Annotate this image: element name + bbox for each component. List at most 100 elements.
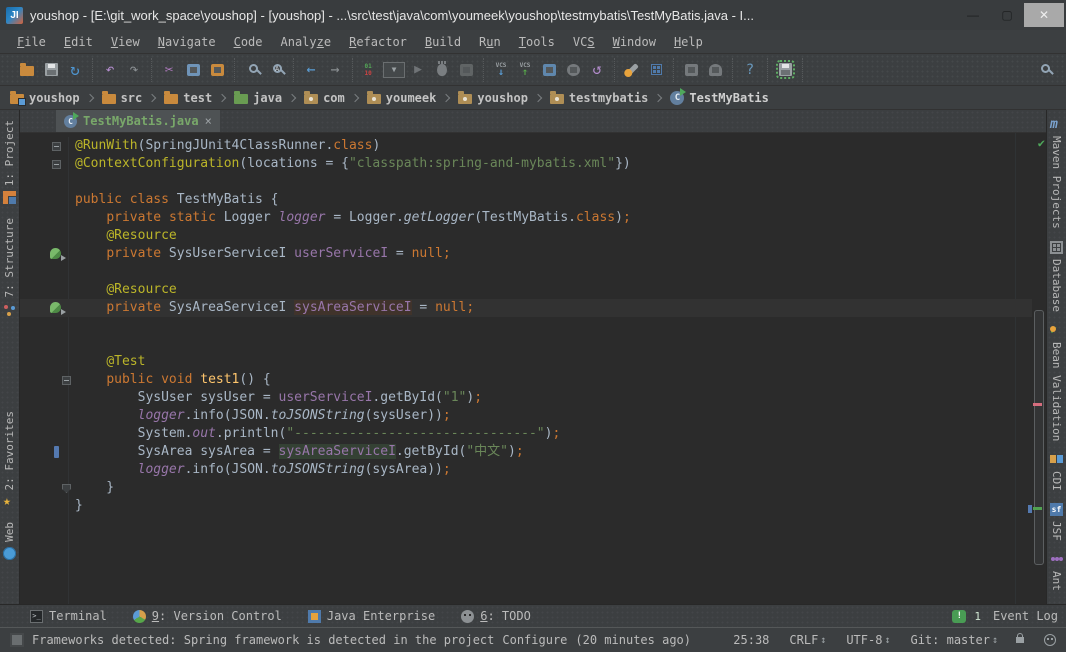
maximize-button[interactable]: ▢ [990,4,1024,26]
rollback-button[interactable]: ↺ [585,58,609,82]
show-history-button[interactable] [537,58,561,82]
tool-stripe-bean-validation[interactable]: ✓Bean Validation [1050,324,1063,441]
search-everywhere-button[interactable] [1032,58,1056,82]
code-line[interactable] [20,263,1032,281]
fold-marker-icon[interactable] [62,376,71,385]
forward-button[interactable]: → [323,58,347,82]
breadcrumb-youmeek[interactable]: youmeek [365,91,439,105]
breadcrumb-com[interactable]: com [302,91,347,105]
menu-build[interactable]: Build [416,33,470,51]
code-line[interactable]: @Resource [20,227,1032,245]
menu-window[interactable]: Window [604,33,665,51]
debug-button[interactable] [430,58,454,82]
paste-button[interactable] [205,58,229,82]
tab-close-icon[interactable]: × [205,114,212,128]
minimize-button[interactable]: — [956,4,990,26]
commit-changes-button[interactable]: VCS↑ [513,58,537,82]
code-line[interactable]: @Resource [20,281,1032,299]
inspection-status-icon[interactable]: ✔ [1038,136,1045,150]
code-line[interactable]: logger.info(JSON.toJSONString(sysArea)); [20,461,1032,479]
code-line[interactable]: SysArea sysArea = sysAreaServiceI.getByI… [20,443,1032,461]
error-stripe-mark[interactable] [1028,505,1032,513]
close-button[interactable]: ✕ [1024,3,1064,27]
error-stripe-mark[interactable] [1033,403,1042,406]
breadcrumb-src[interactable]: src [100,91,145,105]
code-line[interactable]: private SysAreaServiceI sysAreaServiceI … [20,299,1032,317]
code-line[interactable]: logger.info(JSON.toJSONString(sysUser)); [20,407,1032,425]
menu-edit[interactable]: Edit [55,33,102,51]
tool-stripe-web[interactable]: Web [3,522,16,560]
help-button[interactable]: ? [738,58,762,82]
menu-code[interactable]: Code [225,33,272,51]
save-button[interactable] [39,58,63,82]
plugin-update-button[interactable] [773,58,797,82]
readonly-lock-icon[interactable] [1016,637,1024,643]
back-button[interactable]: ← [299,58,323,82]
code-line[interactable]: } [20,479,1032,497]
hector-inspector-icon[interactable] [1044,634,1056,646]
menu-file[interactable]: File [8,33,55,51]
vcs-branch-widget[interactable]: Git: master↕ [910,633,998,647]
fold-end-marker-icon[interactable] [62,484,71,493]
code-area[interactable]: @RunWith(SpringJUnit4ClassRunner.class) @… [20,133,1032,604]
encoding-widget[interactable]: UTF-8↕ [846,633,890,647]
tool-stripe-maven-projects[interactable]: mMaven Projects [1050,118,1063,229]
project-structure-button[interactable] [644,58,668,82]
event-log-button[interactable]: !1Event Log [952,609,1058,623]
synchronize-button[interactable]: ↻ [63,58,87,82]
run-configurations-button[interactable]: ▼ [382,58,406,82]
menu-help[interactable]: Help [665,33,712,51]
cut-button[interactable]: ✂ [157,58,181,82]
code-line[interactable] [20,335,1032,353]
undo-button[interactable]: ↶ [98,58,122,82]
replace-button[interactable] [264,58,288,82]
breadcrumb-testmybatis[interactable]: testmybatis [548,91,650,105]
breadcrumb-test[interactable]: test [162,91,214,105]
code-line[interactable] [20,317,1032,335]
menu-tools[interactable]: Tools [510,33,564,51]
run-button[interactable]: ▶ [406,58,430,82]
breadcrumb-java[interactable]: java [232,91,284,105]
code-line[interactable]: @RunWith(SpringJUnit4ClassRunner.class) [20,137,1032,155]
fold-marker-icon[interactable] [52,160,61,169]
code-line[interactable]: public class TestMyBatis { [20,191,1032,209]
breadcrumb-TestMyBatis[interactable]: CTestMyBatis [668,91,770,105]
tool-stripe-jsf[interactable]: sfJSF [1050,503,1063,541]
menu-refactor[interactable]: Refactor [340,33,416,51]
editor-scrollbar[interactable]: ✔ [1032,133,1046,604]
breadcrumb-youshop[interactable]: youshop [456,91,530,105]
configure-link[interactable]: Configure [502,633,567,647]
toolwindow-button-terminal[interactable]: >_Terminal [30,609,107,623]
error-stripe-mark[interactable] [1033,507,1042,510]
compare-button[interactable]: 0110 [358,58,382,82]
code-line[interactable]: } [20,497,1032,515]
device-manager-button[interactable] [703,58,727,82]
menu-navigate[interactable]: Navigate [149,33,225,51]
code-line[interactable] [20,173,1032,191]
toolwindow-button-6-todo[interactable]: 6: TODO [461,609,531,623]
code-line[interactable]: public void test1() { [20,371,1032,389]
code-line[interactable]: private SysUserServiceI userServiceI = n… [20,245,1032,263]
fold-marker-icon[interactable] [52,142,61,151]
spring-bean-icon[interactable] [50,302,61,313]
code-line[interactable]: System.out.println("--------------------… [20,425,1032,443]
scrollbar-thumb[interactable] [1034,310,1044,565]
settings-button[interactable] [620,58,644,82]
menu-view[interactable]: View [102,33,149,51]
code-editor[interactable]: @RunWith(SpringJUnit4ClassRunner.class) @… [20,133,1046,604]
menu-analyze[interactable]: Analyze [272,33,341,51]
menu-run[interactable]: Run [470,33,510,51]
menu-vcs[interactable]: VCS [564,33,604,51]
tool-stripe-ant[interactable]: Ant [1050,553,1063,591]
line-separator-widget[interactable]: CRLF↕ [789,633,826,647]
redo-button[interactable]: ↷ [122,58,146,82]
code-line[interactable]: private static Logger logger = Logger.ge… [20,209,1032,227]
restore-version-button[interactable] [561,58,585,82]
tab-testmybatis[interactable]: C TestMyBatis.java × [56,110,220,132]
update-project-button[interactable]: VCS↓ [489,58,513,82]
code-line[interactable]: SysUser sysUser = userServiceI.getById("… [20,389,1032,407]
spring-bean-icon[interactable] [50,248,61,259]
tool-stripe-database[interactable]: Database [1050,241,1063,312]
code-line[interactable]: @Test [20,353,1032,371]
coverage-button[interactable] [454,58,478,82]
